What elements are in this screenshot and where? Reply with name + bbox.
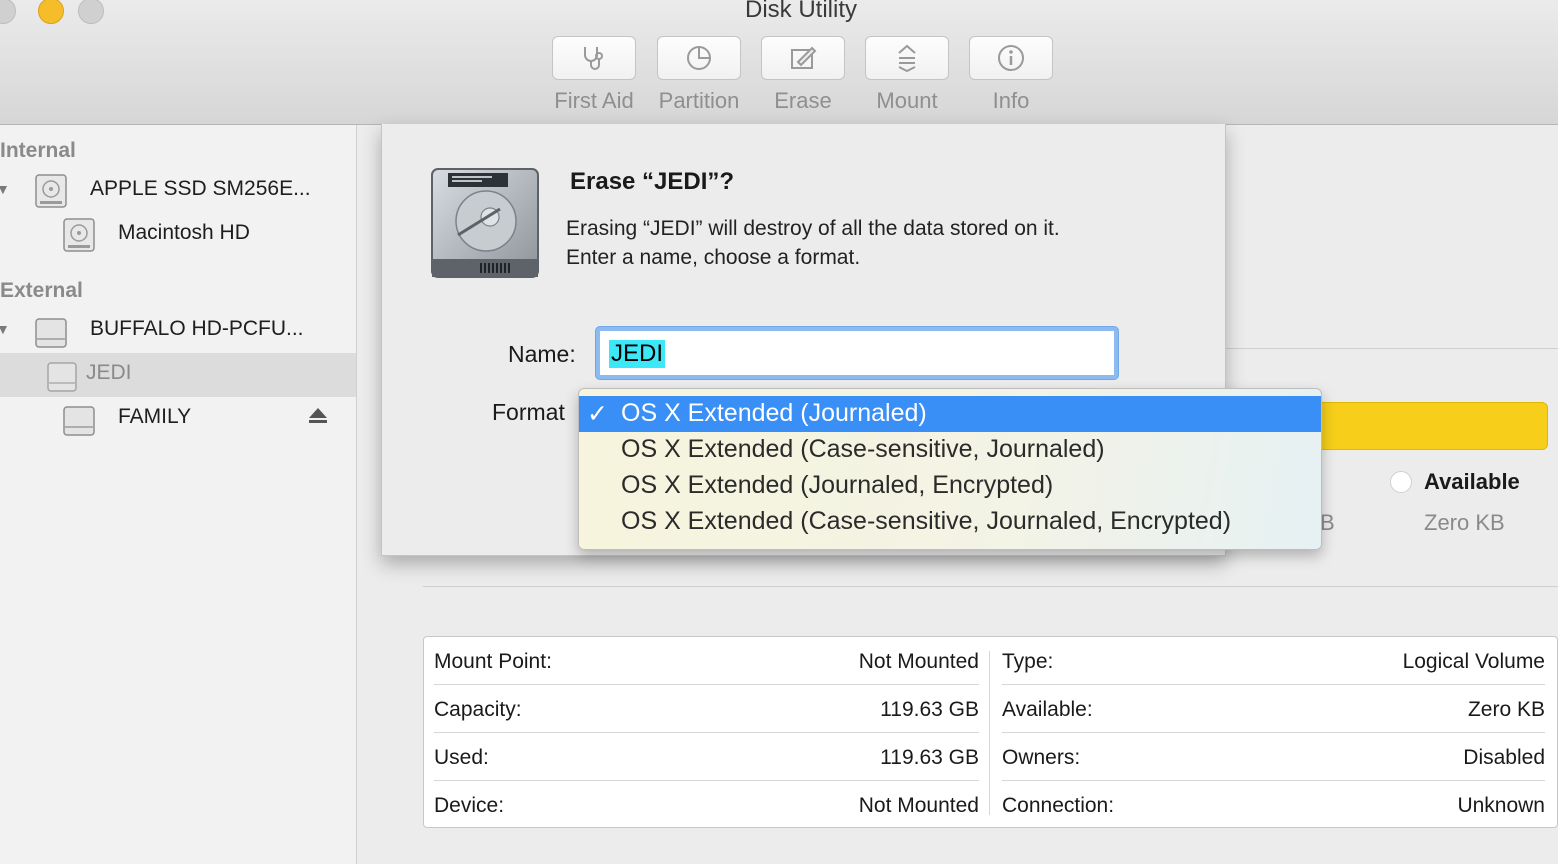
internal-volume-icon [63,218,95,252]
erase-label: Erase [774,88,832,113]
format-option[interactable]: OS X Extended (Case-sensitive, Journaled… [579,432,1321,468]
available-label: Available [1424,469,1520,494]
external-disk-icon [35,318,67,348]
info-value: 119.63 GB [880,746,979,769]
name-input-value: JEDI [609,340,666,368]
info-row: Connection: Unknown [992,781,1555,829]
info-key: Device: [434,794,505,817]
format-option[interactable]: OS X Extended (Case-sensitive, Journaled… [579,504,1321,540]
internal-disk-icon [35,174,67,208]
available-swatch [1390,471,1412,493]
info-value: Disabled [1463,746,1545,769]
mount-label: Mount [876,88,938,113]
info-key: Used: [434,746,489,769]
volume-info-table: Mount Point: Not Mounted Capacity: 119.6… [423,636,1558,828]
info-row: Device: Not Mounted [424,781,989,829]
sidebar-item-jedi[interactable]: JEDI [0,353,356,397]
sidebar-item-label: Macintosh HD [118,221,250,244]
pie-icon [687,46,711,70]
first-aid-button[interactable]: First Aid [551,36,637,114]
format-option[interactable]: OS X Extended (Journaled, Encrypted) [579,468,1321,504]
sidebar-item-family[interactable]: FAMILY [0,397,356,441]
format-option[interactable]: ✓ OS X Extended (Journaled) [579,396,1321,432]
sidebar-item-macintosh-hd[interactable]: Macintosh HD [0,213,356,257]
erase-pencil-icon [791,46,817,69]
divider [1225,348,1558,349]
info-key: Owners: [1002,746,1081,769]
info-value: Not Mounted [858,650,979,673]
column-divider [989,651,990,815]
info-row: Type: Logical Volume [992,637,1555,685]
eject-icon[interactable] [308,407,328,425]
info-value: Logical Volume [1402,650,1545,673]
window-title: Disk Utility [745,0,857,23]
format-option-label: OS X Extended (Journaled) [621,399,927,427]
info-row: Used: 119.63 GB [424,733,989,781]
info-row: Owners: Disabled [992,733,1555,781]
info-row: Available: Zero KB [992,685,1555,733]
info-key: Mount Point: [434,650,552,673]
info-icon [998,45,1024,71]
mount-button[interactable]: Mount [864,36,950,114]
info-label: Info [992,88,1030,113]
hard-drive-icon [431,168,539,278]
info-key: Connection: [1002,794,1115,817]
name-label: Name: [508,341,576,367]
info-row: Mount Point: Not Mounted [424,637,989,685]
erase-button[interactable]: Erase [760,36,846,114]
name-input[interactable]: JEDI [596,327,1118,379]
checkmark-icon: ✓ [587,400,608,428]
external-section-header: External [0,279,83,302]
info-value: Unknown [1457,794,1545,817]
internal-section-header: Internal [0,139,76,162]
format-option-label: OS X Extended (Case-sensitive, Journaled… [621,507,1232,535]
available-value: Zero KB [1424,510,1505,535]
sidebar-item-label: APPLE SSD SM256E... [90,177,311,200]
toolbar: Disk Utility First Aid Partition Erase M… [0,0,1558,125]
partition-label: Partition [658,88,740,113]
info-button[interactable]: Info [968,36,1054,114]
sheet-title: Erase “JEDI”? [570,168,735,195]
info-value: Not Mounted [858,794,979,817]
info-value: 119.63 GB [880,698,979,721]
sidebar-item-label: JEDI [86,361,132,384]
sidebar-item-apple-ssd[interactable]: ▼ APPLE SSD SM256E... [0,169,356,213]
disclosure-triangle-icon[interactable]: ▼ [0,321,10,337]
sheet-message-line: Enter a name, choose a format. [566,246,861,269]
sidebar-item-buffalo[interactable]: ▼ BUFFALO HD-PCFU... [0,309,356,353]
first-aid-label: First Aid [554,88,634,113]
sidebar-item-label: BUFFALO HD-PCFU... [90,317,304,340]
divider [423,586,1558,587]
external-volume-icon [47,362,77,392]
partition-button[interactable]: Partition [656,36,742,114]
info-value: Zero KB [1467,698,1545,721]
sheet-message-line: Erasing “JEDI” will destroy of all the d… [566,217,1060,240]
info-row: Capacity: 119.63 GB [424,685,989,733]
stethoscope-icon [584,47,603,70]
sidebar-item-label: FAMILY [118,405,192,428]
sheet-message: Erasing “JEDI” will destroy of all the d… [566,214,1060,272]
format-label: Format [492,399,565,425]
format-dropdown-menu[interactable]: ✓ OS X Extended (Journaled) OS X Extende… [578,388,1322,550]
mount-arrows-icon [898,44,916,73]
format-option-label: OS X Extended (Case-sensitive, Journaled… [621,435,1105,463]
info-key: Capacity: [434,698,522,721]
used-size-fragment: B [1320,510,1335,535]
info-key: Type: [1002,650,1054,673]
external-volume-icon [63,406,95,436]
disclosure-triangle-icon[interactable]: ▼ [0,181,10,197]
sidebar: Internal ▼ APPLE SSD SM256E... Macintosh… [0,125,357,864]
format-option-label: OS X Extended (Journaled, Encrypted) [621,471,1054,499]
info-key: Available: [1002,698,1093,721]
